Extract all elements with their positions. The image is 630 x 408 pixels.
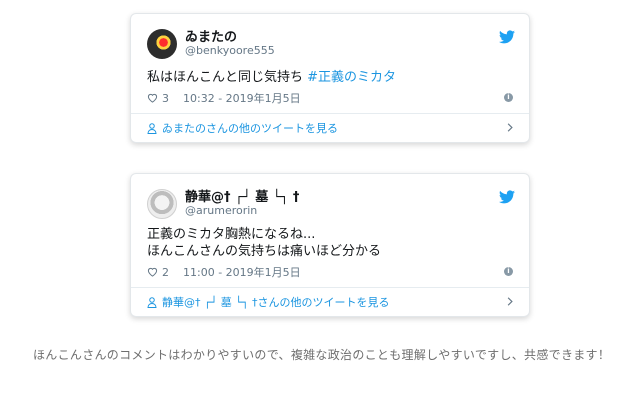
tweet-text: 私はほんこんと同じ気持ち #正義のミカタ bbox=[147, 69, 396, 86]
person-icon bbox=[147, 122, 157, 134]
user-name[interactable]: ゐまたの bbox=[185, 26, 237, 45]
avatar[interactable] bbox=[147, 189, 177, 219]
like-count[interactable]: 3 bbox=[162, 92, 169, 105]
more-tweets-link[interactable]: ゐまたのさんの他のツイートを見る bbox=[131, 113, 529, 142]
like-count[interactable]: 2 bbox=[162, 266, 169, 279]
heart-icon[interactable] bbox=[147, 267, 158, 277]
tweet-text-line: ほんこんさんの気持ちは痛いほど分かる bbox=[147, 244, 382, 259]
heart-icon[interactable] bbox=[147, 93, 158, 103]
info-icon[interactable]: i bbox=[504, 267, 513, 276]
user-handle[interactable]: @arumerorin bbox=[185, 204, 257, 217]
tweet-timestamp[interactable]: 10:32 - 2019年1月5日 bbox=[183, 90, 301, 106]
tweet-meta: 2 11:00 - 2019年1月5日 bbox=[147, 264, 301, 280]
person-icon bbox=[147, 296, 157, 308]
chevron-right-icon[interactable] bbox=[507, 123, 513, 132]
more-tweets-label[interactable]: 静華@† ┌┘ 墓 └┐ †さんの他のツイートを見る bbox=[162, 294, 389, 310]
user-name[interactable]: 静華@† ┌┘ 墓 └┐ † bbox=[185, 186, 299, 205]
tweet-text: 正義のミカタ胸熱になるね... ほんこんさんの気持ちは痛いほど分かる bbox=[147, 226, 381, 260]
avatar[interactable] bbox=[147, 29, 177, 59]
twitter-bird-icon[interactable] bbox=[499, 190, 515, 204]
tweet-text-body: 私はほんこんと同じ気持ち bbox=[147, 70, 308, 85]
twitter-bird-icon[interactable] bbox=[499, 30, 515, 44]
user-handle[interactable]: @benkyoore555 bbox=[185, 44, 275, 57]
chevron-right-icon[interactable] bbox=[507, 297, 513, 306]
article-comment: ほんこんさんのコメントはわかりやすいので、複雑な政治のことも理解しやすいですし、… bbox=[33, 348, 611, 362]
info-icon[interactable]: i bbox=[504, 93, 513, 102]
embedded-tweet-1[interactable]: ゐまたの @benkyoore555 私はほんこんと同じ気持ち #正義のミカタ … bbox=[130, 13, 530, 143]
more-tweets-link[interactable]: 静華@† ┌┘ 墓 └┐ †さんの他のツイートを見る bbox=[131, 287, 529, 316]
embedded-tweet-2[interactable]: 静華@† ┌┘ 墓 └┐ † @arumerorin 正義のミカタ胸熱になるね.… bbox=[130, 173, 530, 317]
tweet-meta: 3 10:32 - 2019年1月5日 bbox=[147, 90, 301, 106]
hashtag-link[interactable]: #正義のミカタ bbox=[307, 70, 396, 85]
tweet-text-line: 正義のミカタ胸熱になるね... bbox=[147, 227, 316, 242]
more-tweets-label[interactable]: ゐまたのさんの他のツイートを見る bbox=[162, 120, 338, 136]
tweet-timestamp[interactable]: 11:00 - 2019年1月5日 bbox=[183, 264, 301, 280]
